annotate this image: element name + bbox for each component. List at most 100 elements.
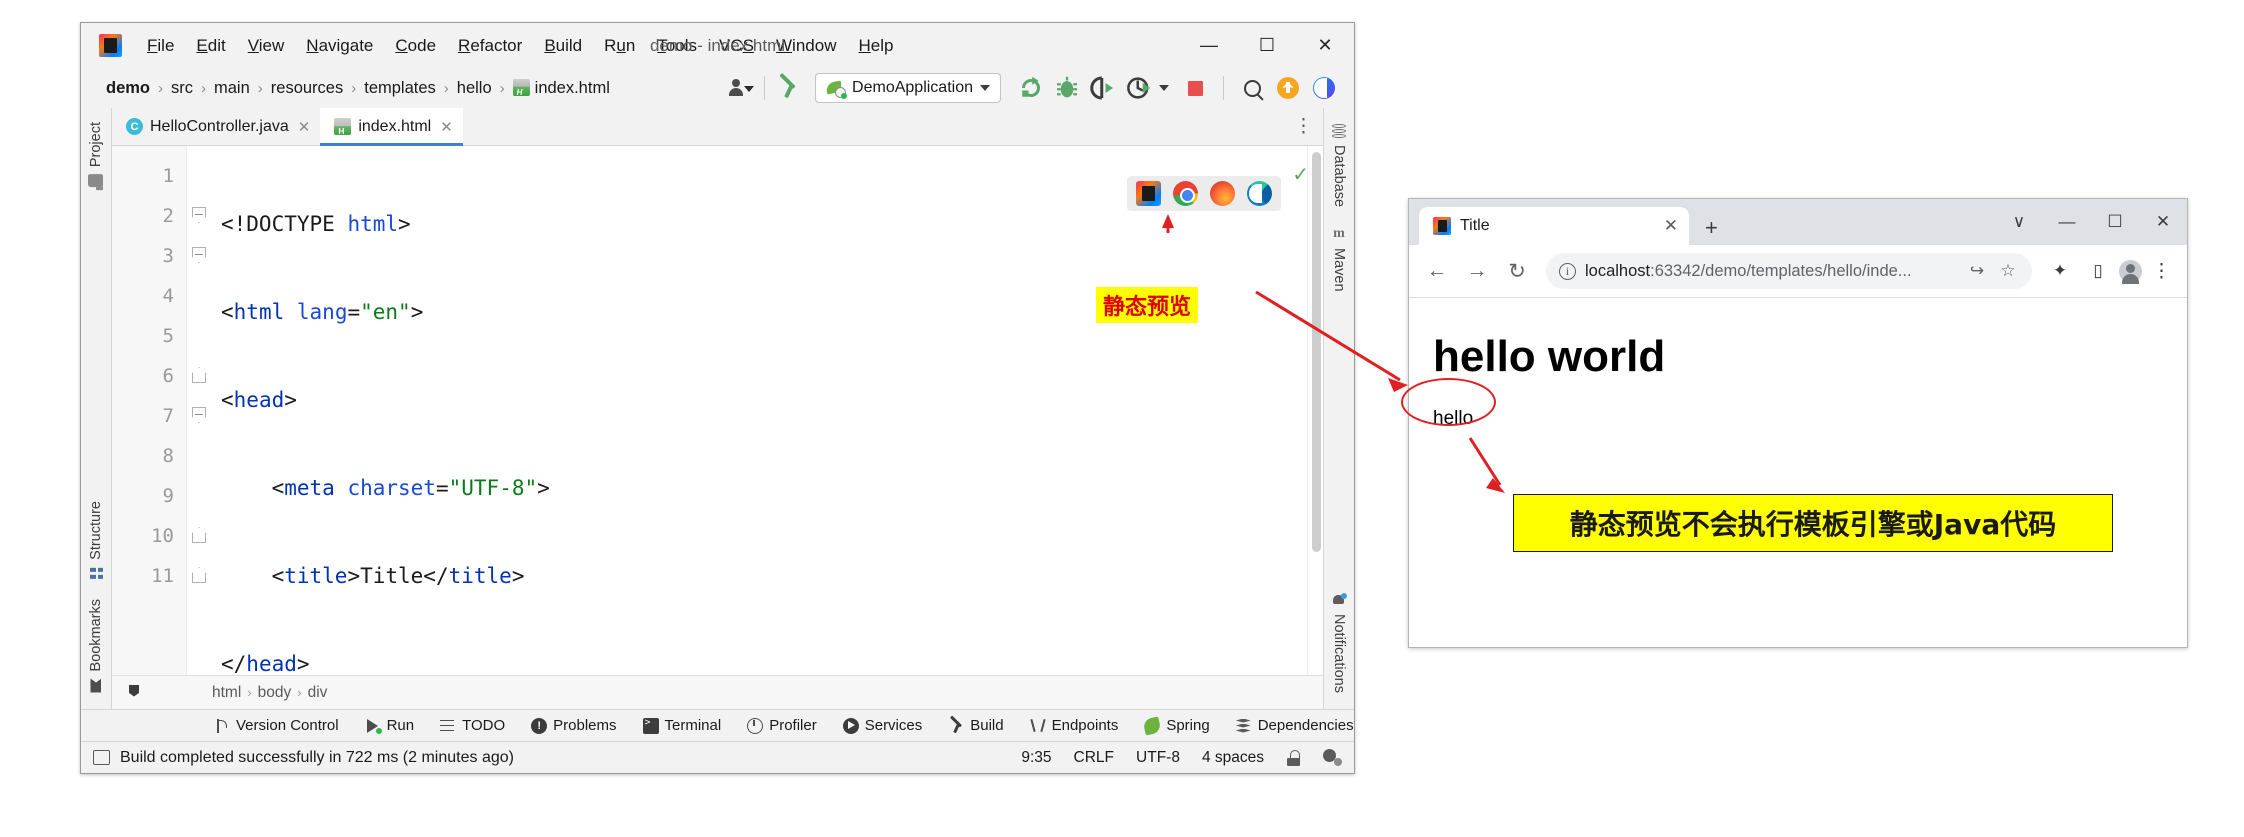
extensions-icon[interactable]: ✦ [2043, 254, 2077, 288]
indent-setting[interactable]: 4 spaces [1202, 749, 1264, 767]
breadcrumb-src[interactable]: src [166, 79, 198, 98]
file-breadcrumb-body[interactable]: body [252, 684, 298, 702]
line-separator[interactable]: CRLF [1074, 749, 1114, 767]
more-options-icon[interactable]: ⋮ [1294, 117, 1313, 136]
preview-chrome-icon[interactable] [1173, 181, 1198, 206]
close-icon[interactable]: ✕ [298, 118, 311, 136]
fold-marker[interactable] [187, 236, 215, 276]
browser-tab-title[interactable]: Title ✕ [1419, 207, 1689, 245]
run-configuration-selector[interactable]: DemoApplication [815, 73, 1001, 103]
tool-window-dependencies[interactable]: Dependencies [1223, 717, 1367, 734]
editor-tab-hellocontroller[interactable]: C HelloController.java ✕ [112, 108, 320, 145]
inspection-widget-icon[interactable] [1323, 749, 1342, 766]
pin-icon[interactable] [122, 681, 146, 705]
editor-scrollbar[interactable] [1307, 146, 1323, 675]
sidebar-item-bookmarks[interactable]: Bookmarks [88, 589, 104, 703]
fold-marker[interactable] [187, 356, 215, 396]
breadcrumb-main[interactable]: main [209, 79, 255, 98]
preview-edge-icon[interactable] [1247, 181, 1272, 206]
site-info-icon[interactable]: i [1559, 262, 1576, 280]
tool-window-todo[interactable]: TODO [427, 717, 518, 734]
search-everywhere-icon[interactable] [1237, 73, 1267, 103]
build-status-icon[interactable] [93, 750, 110, 765]
tool-window-version-control[interactable]: Version Control [201, 717, 352, 734]
scrollbar-thumb[interactable] [1312, 152, 1321, 552]
file-breadcrumb-html[interactable]: html [206, 684, 247, 702]
breadcrumb-demo[interactable]: demo [101, 79, 155, 98]
fold-marker[interactable] [187, 396, 215, 436]
ai-assistant-icon[interactable] [1309, 73, 1339, 103]
file-encoding[interactable]: UTF-8 [1136, 749, 1180, 767]
file-breadcrumb-div[interactable]: div [302, 684, 334, 702]
sidebar-item-structure[interactable]: Structure [88, 491, 104, 590]
rerun-icon[interactable] [1016, 73, 1046, 103]
run-with-profiler-icon[interactable] [1088, 73, 1118, 103]
tool-window-spring[interactable]: Spring [1131, 716, 1222, 735]
build-project-icon[interactable] [775, 76, 801, 100]
back-icon[interactable]: ← [1419, 253, 1455, 289]
sidebar-item-notifications[interactable]: Notifications [1331, 583, 1347, 703]
maximize-button[interactable]: ☐ [1238, 23, 1296, 68]
tab-search-icon[interactable]: ∨ [1995, 199, 2043, 245]
code-line-6[interactable]: </head> [215, 644, 1323, 675]
preview-firefox-icon[interactable] [1210, 181, 1235, 206]
chevron-down-icon[interactable] [1159, 85, 1169, 91]
fold-marker[interactable] [187, 516, 215, 556]
tool-window-profiler[interactable]: Profiler [734, 717, 830, 734]
tool-window-build[interactable]: Build [935, 717, 1016, 734]
menu-item-navigate[interactable]: Navigate [295, 33, 384, 59]
chrome-menu-icon[interactable]: ⋮ [2146, 262, 2177, 281]
address-bar[interactable]: i localhost:63342/demo/templates/hello/i… [1546, 253, 2032, 289]
close-button[interactable]: ✕ [1296, 23, 1354, 68]
breadcrumb-resources[interactable]: resources [266, 79, 348, 98]
menu-item-code[interactable]: Code [384, 33, 447, 59]
tool-window-problems[interactable]: ! Problems [518, 717, 629, 734]
close-button[interactable]: ✕ [2139, 199, 2187, 245]
sidebar-item-database[interactable]: Database [1331, 114, 1347, 217]
debug-icon[interactable] [1052, 73, 1082, 103]
read-only-toggle-icon[interactable] [1286, 749, 1301, 766]
run-with-coverage-icon[interactable] [1124, 73, 1154, 103]
forward-icon[interactable]: → [1459, 253, 1495, 289]
close-icon[interactable]: ✕ [440, 118, 453, 136]
tool-window-run[interactable]: Run [352, 717, 428, 734]
menu-item-edit[interactable]: Edit [185, 33, 236, 59]
minimize-button[interactable]: — [2043, 199, 2091, 245]
menu-item-refactor[interactable]: Refactor [447, 33, 533, 59]
sidebar-item-maven[interactable]: m Maven [1331, 217, 1347, 302]
code-line-4[interactable]: <meta charset="UTF-8"> [215, 468, 1323, 508]
breadcrumb-templates[interactable]: templates [359, 79, 441, 98]
menu-item-view[interactable]: View [237, 33, 296, 59]
code-editor[interactable]: 1 2 3 4 5 6 7 8 9 10 11 <!DOCTYPE html> … [112, 146, 1323, 675]
maximize-button[interactable]: ☐ [2091, 199, 2139, 245]
fold-marker[interactable] [187, 196, 215, 236]
side-panel-icon[interactable]: ▯ [2081, 254, 2115, 288]
code-line-3[interactable]: <head> [215, 380, 1323, 420]
tool-window-services[interactable]: Services [830, 717, 936, 734]
preview-intellij-icon[interactable] [1136, 181, 1161, 206]
menu-item-build[interactable]: Build [533, 33, 593, 59]
code-folding-gutter[interactable] [187, 146, 215, 675]
menu-item-help[interactable]: Help [847, 33, 904, 59]
new-tab-button[interactable]: + [1705, 217, 1718, 239]
sidebar-item-project[interactable]: Project [88, 112, 104, 197]
updates-icon[interactable] [1273, 73, 1303, 103]
inspection-ok-icon[interactable]: ✓ [1292, 162, 1309, 187]
star-icon[interactable]: ☆ [1997, 260, 2019, 282]
menu-item-file[interactable]: File [136, 33, 185, 59]
code-line-5[interactable]: <title>Title</title> [215, 556, 1323, 596]
fold-marker[interactable] [187, 556, 215, 596]
minimize-button[interactable]: — [1180, 23, 1238, 68]
breadcrumb-hello[interactable]: hello [452, 79, 497, 98]
code-text[interactable]: <!DOCTYPE html> <html lang="en"> <head> … [215, 146, 1323, 675]
tool-window-endpoints[interactable]: Endpoints [1017, 717, 1132, 734]
share-icon[interactable]: ↪ [1966, 260, 1988, 282]
close-icon[interactable]: ✕ [1664, 216, 1678, 236]
stop-icon[interactable] [1180, 73, 1210, 103]
tool-window-terminal[interactable]: Terminal [630, 717, 735, 734]
breadcrumb-index-html[interactable]: index.html [508, 78, 615, 98]
caret-position[interactable]: 9:35 [1021, 749, 1051, 767]
account-icon[interactable] [728, 78, 755, 98]
menu-item-run[interactable]: Run [593, 33, 646, 59]
reload-icon[interactable]: ↻ [1499, 253, 1535, 289]
